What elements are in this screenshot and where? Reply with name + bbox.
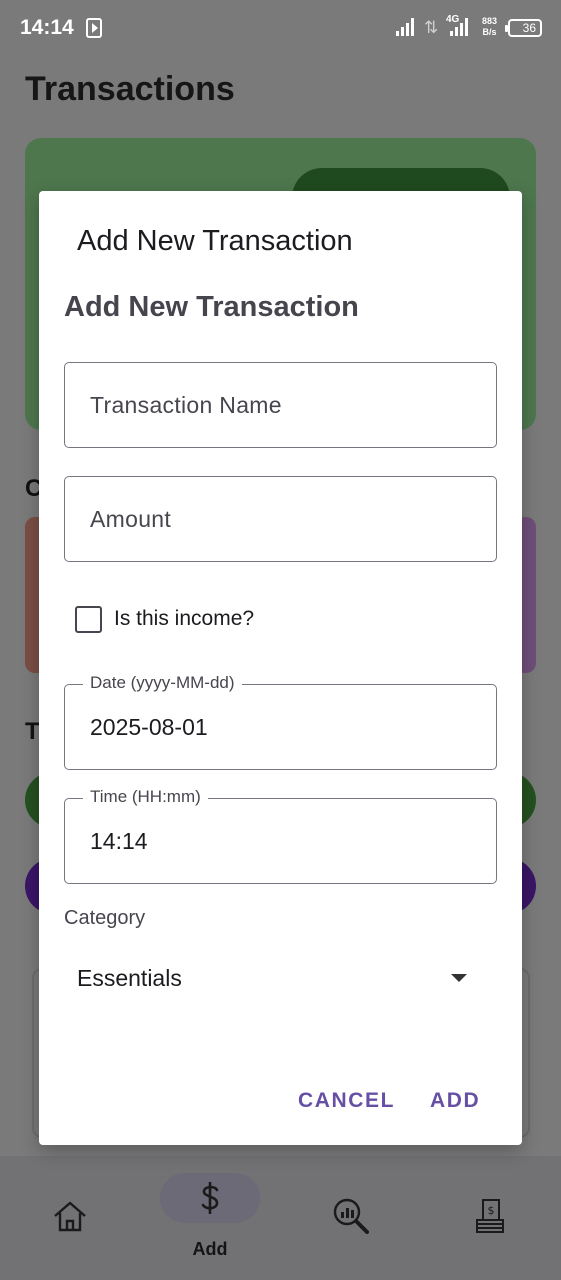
dialog-heading: Add New Transaction — [64, 291, 359, 323]
nav-item-money[interactable]: $ — [440, 1156, 540, 1280]
network-speed: 883 B/s — [482, 16, 497, 38]
network-speed-unit: B/s — [482, 27, 497, 37]
category-label: Category — [64, 907, 146, 929]
home-icon — [54, 1201, 86, 1232]
cancel-button[interactable]: CANCEL — [298, 1089, 395, 1113]
dialog-title: Add New Transaction — [77, 225, 353, 257]
income-checkbox-row[interactable]: Is this income? — [75, 604, 254, 634]
date-field[interactable]: Date (yyyy-MM-dd) — [64, 673, 497, 770]
section-heading-partial-2: T — [25, 718, 40, 745]
transaction-name-field[interactable] — [64, 362, 497, 448]
nav-item-add[interactable]: Add — [160, 1156, 260, 1280]
time-input[interactable] — [65, 799, 496, 883]
dropdown-arrow-icon — [451, 974, 467, 982]
add-button[interactable]: ADD — [430, 1089, 480, 1113]
network-speed-value: 883 — [482, 16, 498, 26]
status-bar: 14:14 ⇅ 4G 883 B/s 36 — [0, 0, 561, 56]
signal-strength-icon-2 — [450, 18, 468, 36]
nav-item-analytics[interactable] — [300, 1156, 400, 1280]
income-checkbox-label: Is this income? — [114, 607, 255, 630]
date-input[interactable] — [65, 685, 496, 769]
status-time: 14:14 — [20, 16, 74, 39]
signal-strength-icon — [396, 18, 414, 36]
add-transaction-dialog: Add New Transaction Add New Transaction … — [39, 191, 522, 1145]
svg-text:$: $ — [488, 1204, 495, 1217]
category-selected-value: Essentials — [77, 965, 182, 991]
page-title: Transactions — [25, 70, 235, 108]
time-field[interactable]: Time (HH:mm) — [64, 787, 497, 884]
dollar-icon — [201, 1182, 219, 1214]
money-stack-icon: $ — [476, 1199, 504, 1233]
battery-level: 36 — [522, 21, 536, 35]
amount-field[interactable] — [64, 476, 497, 562]
media-playing-icon — [86, 18, 102, 38]
data-transfer-icon: ⇅ — [424, 18, 439, 37]
category-dropdown[interactable]: Essentials — [64, 947, 497, 1007]
bottom-navigation: Add $ — [0, 1156, 561, 1280]
nav-label-add: Add — [192, 1239, 228, 1259]
battery-icon: 36 — [505, 19, 542, 37]
search-analytics-icon — [333, 1198, 369, 1234]
income-checkbox[interactable] — [75, 605, 102, 633]
transaction-name-input[interactable] — [65, 363, 496, 447]
amount-input[interactable] — [65, 477, 496, 561]
nav-item-home[interactable] — [20, 1156, 120, 1280]
